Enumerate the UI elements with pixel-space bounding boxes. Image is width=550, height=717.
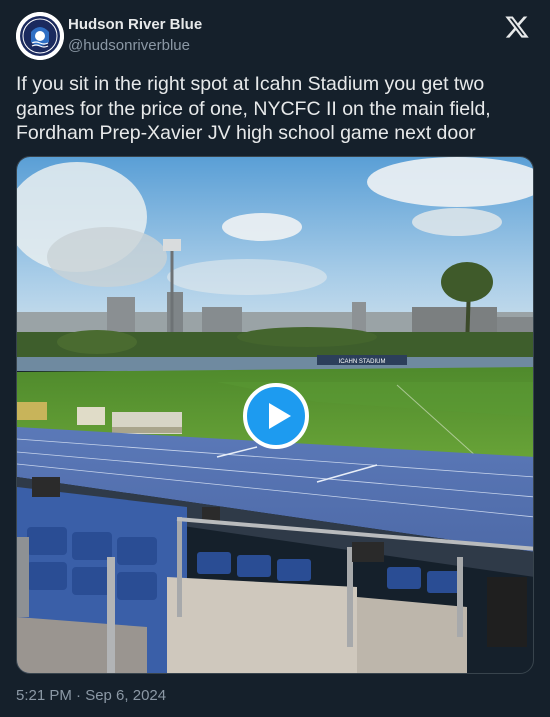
avatar[interactable] [16, 12, 64, 60]
hudson-river-blue-logo-icon [16, 12, 64, 60]
tweet-card: Hudson River Blue @hudsonriverblue If yo… [0, 0, 550, 717]
stadium-sign-text: ICAHN STADIUM [339, 359, 386, 365]
author-display-name[interactable]: Hudson River Blue [68, 16, 202, 34]
play-button[interactable] [243, 383, 309, 449]
tweet-header: Hudson River Blue @hudsonriverblue [16, 12, 534, 60]
video-player[interactable]: ICAHN STADIUM [16, 156, 534, 674]
author-names: Hudson River Blue @hudsonriverblue [68, 16, 202, 56]
author-handle[interactable]: @hudsonriverblue [68, 36, 202, 56]
x-logo-icon[interactable] [504, 14, 530, 40]
tweet-timestamp[interactable]: 5:21 PM · Sep 6, 2024 [16, 686, 166, 706]
play-icon [269, 403, 291, 429]
tweet-text: If you sit in the right spot at Icahn St… [16, 73, 491, 144]
